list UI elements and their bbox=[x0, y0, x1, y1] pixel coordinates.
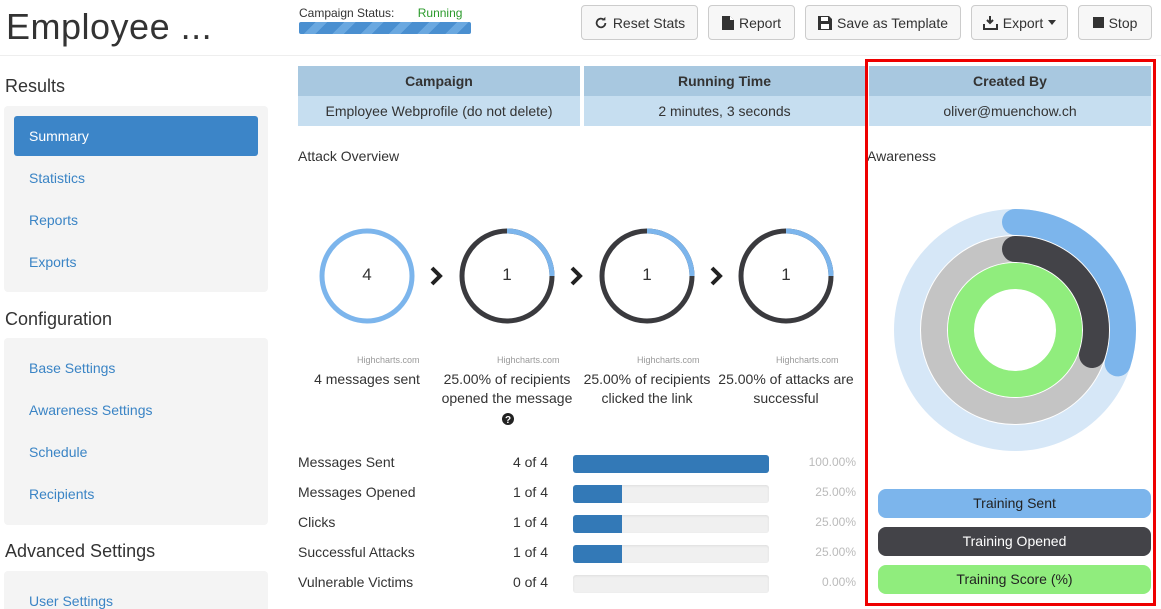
export-icon bbox=[982, 15, 998, 30]
sidebar-item-base-settings[interactable]: Base Settings bbox=[14, 348, 258, 388]
stop-icon bbox=[1092, 17, 1104, 28]
file-icon bbox=[721, 15, 734, 30]
stat-progress-bar bbox=[573, 485, 769, 503]
chevron-right-icon bbox=[570, 266, 583, 286]
highcharts-credit[interactable]: Highcharts.com bbox=[357, 355, 420, 365]
donut-value-1: 4 bbox=[362, 265, 372, 284]
running-time-value: 2 minutes, 3 seconds bbox=[584, 96, 865, 126]
sidebar-item-user-settings[interactable]: User Settings bbox=[14, 581, 258, 609]
highcharts-credit[interactable]: Highcharts.com bbox=[497, 355, 560, 365]
stat-percent: 25.00% bbox=[815, 515, 856, 529]
donut-caption-4: 25.00% of attacks are successful bbox=[718, 371, 854, 406]
campaign-name: Employee Webprofile (do not delete) bbox=[298, 96, 580, 126]
campaign-status-bar bbox=[299, 22, 471, 34]
stat-row: Messages Opened 1 of 4 25.00% bbox=[298, 484, 858, 504]
campaign-status: Campaign Status: Running bbox=[299, 6, 462, 20]
sidebar-item-summary[interactable]: Summary bbox=[14, 116, 258, 156]
sidebar-item-schedule[interactable]: Schedule bbox=[14, 432, 258, 472]
stat-count: 1 of 4 bbox=[512, 544, 548, 560]
floppy-disk-icon bbox=[817, 15, 832, 30]
header-divider bbox=[0, 55, 1161, 56]
donut-value-2: 1 bbox=[502, 265, 512, 284]
sidebar-item-reports[interactable]: Reports bbox=[14, 200, 258, 240]
stat-progress-bar bbox=[573, 575, 769, 593]
stat-progress-bar bbox=[573, 455, 769, 473]
highcharts-credit[interactable]: Highcharts.com bbox=[776, 355, 839, 365]
results-panel: Summary Statistics Reports Exports bbox=[4, 106, 268, 292]
campaign-status-label: Campaign Status: bbox=[299, 6, 395, 20]
campaign-header: Campaign bbox=[298, 66, 580, 96]
stat-count: 1 of 4 bbox=[512, 484, 548, 500]
attack-overview-title: Attack Overview bbox=[298, 148, 400, 164]
question-circle-icon: ? bbox=[502, 413, 514, 426]
stat-count: 4 of 4 bbox=[512, 454, 548, 470]
donut-caption-2: 25.00% of recipients opened the message bbox=[441, 371, 573, 406]
donut-value-3: 1 bbox=[642, 265, 652, 284]
stat-row: Successful Attacks 1 of 4 25.00% bbox=[298, 544, 858, 564]
donut-caption-1: 4 messages sent bbox=[314, 371, 420, 387]
stat-label: Clicks bbox=[298, 514, 336, 530]
campaign-status-value: Running bbox=[417, 6, 463, 20]
stat-progress-fill bbox=[573, 515, 622, 533]
donut-value-4: 1 bbox=[781, 265, 791, 284]
stat-count: 0 of 4 bbox=[512, 574, 548, 590]
sidebar-header-results: Results bbox=[5, 76, 66, 96]
sidebar: Results Summary Statistics Reports Expor… bbox=[0, 0, 272, 609]
highcharts-credit[interactable]: Highcharts.com bbox=[637, 355, 700, 365]
sidebar-item-exports[interactable]: Exports bbox=[14, 242, 258, 282]
sidebar-header-configuration: Configuration bbox=[5, 309, 113, 329]
stat-count: 1 of 4 bbox=[512, 514, 548, 530]
campaign-column: Campaign Employee Webprofile (do not del… bbox=[298, 66, 580, 126]
stat-percent: 0.00% bbox=[821, 575, 856, 589]
configuration-panel: Base Settings Awareness Settings Schedul… bbox=[4, 338, 268, 525]
advanced-panel: User Settings bbox=[4, 571, 268, 609]
stat-label: Messages Opened bbox=[298, 484, 416, 500]
stat-percent: 100.00% bbox=[808, 455, 856, 469]
sidebar-item-recipients[interactable]: Recipients bbox=[14, 474, 258, 514]
stat-percent: 25.00% bbox=[815, 485, 856, 499]
stop-button[interactable]: Stop bbox=[1078, 5, 1152, 40]
export-dropdown-button[interactable]: Export bbox=[971, 5, 1068, 40]
running-time-column: Running Time 2 minutes, 3 seconds bbox=[584, 66, 865, 126]
stat-row: Messages Sent 4 of 4 100.00% bbox=[298, 454, 858, 474]
stat-percent: 25.00% bbox=[815, 545, 856, 559]
running-time-header: Running Time bbox=[584, 66, 865, 96]
refresh-icon bbox=[595, 16, 607, 28]
highlight-box bbox=[865, 59, 1156, 606]
sidebar-header-advanced: Advanced Settings bbox=[5, 541, 156, 561]
stat-progress-fill bbox=[573, 455, 769, 473]
stat-label: Successful Attacks bbox=[298, 544, 415, 560]
stat-label: Messages Sent bbox=[298, 454, 395, 470]
stat-progress-bar bbox=[573, 515, 769, 533]
report-button[interactable]: Report bbox=[708, 5, 795, 40]
stat-progress-fill bbox=[573, 545, 622, 563]
donut-caption-3: 25.00% of recipients clicked the link bbox=[583, 371, 711, 406]
sidebar-item-statistics[interactable]: Statistics bbox=[14, 158, 258, 198]
stat-row: Clicks 1 of 4 25.00% bbox=[298, 514, 858, 534]
stat-label: Vulnerable Victims bbox=[298, 574, 414, 590]
caret-down-icon bbox=[1048, 20, 1057, 25]
stat-row: Vulnerable Victims 0 of 4 0.00% bbox=[298, 574, 858, 594]
stat-progress-bar bbox=[573, 545, 769, 563]
chevron-right-icon bbox=[430, 266, 443, 286]
svg-text:?: ? bbox=[505, 415, 511, 426]
sidebar-item-awareness-settings[interactable]: Awareness Settings bbox=[14, 390, 258, 430]
save-as-template-button[interactable]: Save as Template bbox=[805, 5, 961, 40]
reset-stats-button[interactable]: Reset Stats bbox=[581, 5, 698, 40]
stat-progress-fill bbox=[573, 485, 622, 503]
chevron-right-icon bbox=[710, 266, 723, 286]
